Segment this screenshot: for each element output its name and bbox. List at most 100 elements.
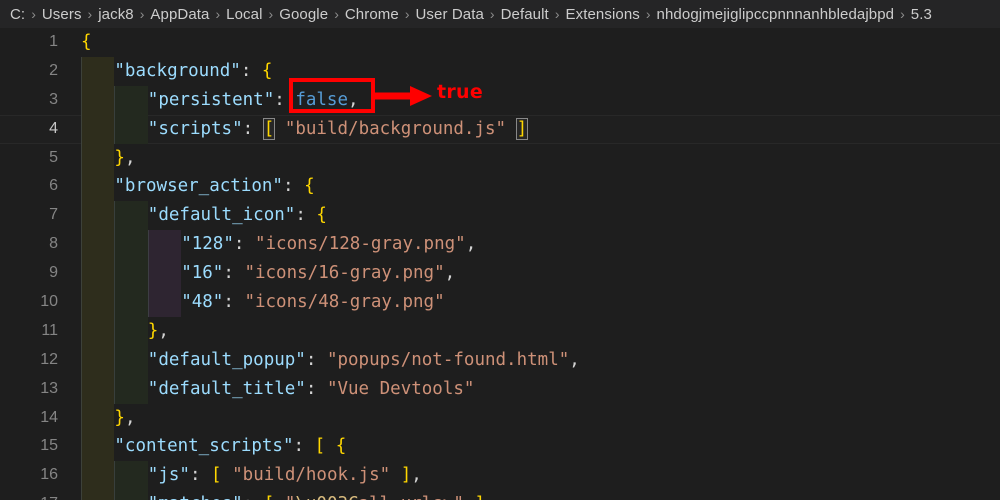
json-bracket: { [335,436,347,457]
line-number: 9 [49,264,58,282]
chevron-right-icon: › [404,6,410,22]
breadcrumb-item-extensions[interactable]: Extensions [566,6,640,23]
indent-guide-line [81,172,82,202]
indent-guide-block [81,374,115,404]
breadcrumb-item-users[interactable]: Users [42,6,82,23]
json-key: "default_title" [147,378,306,399]
code-line[interactable]: 4 "scripts": [ "build/background.js" ] [0,114,1000,144]
code-line[interactable]: 6 "browser_action": { [0,172,1000,202]
line-number: 15 [40,437,58,455]
indent-guide-block [147,288,182,317]
indent-guide-line [147,259,149,289]
json-bracket: ] [474,494,485,500]
chevron-right-icon: › [334,6,339,22]
breadcrumb-item-jack8[interactable]: jack8 [98,6,134,23]
indent-guide-block [81,490,115,500]
chevron-right-icon: › [215,6,221,22]
breadcrumb-item-version[interactable]: 5.3 [911,6,932,23]
code-lines-container[interactable]: 1{2 "background": {3 "persistent": false, 4… [0,28,1000,500]
code-line[interactable]: 10 "48": "icons/48-gray.png" [0,288,1000,317]
breadcrumb-item-local[interactable]: Local [226,6,262,23]
breadcrumb-item-appdata[interactable]: AppData [150,6,209,23]
line-number: 1 [49,33,58,50]
indent-guide-line [81,432,82,462]
json-string: "icons/128-gray.png" [254,234,466,255]
indent-guide-line [81,85,82,115]
indent-guide-block [147,259,182,289]
code-line[interactable]: 1{ [0,28,1000,57]
json-key: "48" [181,292,224,313]
json-key: "browser_action" [114,176,283,197]
indent-guide-block [114,374,148,404]
chevron-right-icon: › [87,6,93,22]
indent-guide-line [81,288,82,317]
json-key: "persistent" [147,89,275,110]
code-line[interactable]: 11}, [0,316,1000,346]
json-punctuation: , [158,320,169,341]
breadcrumb-item-drive[interactable]: C: [10,6,25,23]
breadcrumb-item-chrome[interactable]: Chrome [345,6,399,23]
code-line[interactable]: 9 "16": "icons/16-gray.png", [0,259,1000,289]
line-number: 6 [49,177,58,195]
code-line[interactable]: 2 "background": { [0,56,1000,86]
json-bracket: ] [400,465,412,486]
indent-guide-block [114,114,148,144]
code-line[interactable]: 16 "js": [ "build/hook.js" ], [0,461,1000,491]
indent-guide-line [81,461,82,491]
code-editor[interactable]: 1{2 "background": {3 "persistent": false, 4… [0,28,1000,500]
code-line-text: "default_popup": "popups/not-found.html"… [148,346,580,375]
breadcrumb-item-default[interactable]: Default [501,6,549,23]
line-number: 7 [49,206,58,224]
indent-guide-block [81,172,115,202]
json-punctuation: : [243,494,254,500]
breadcrumb-item-user-data[interactable]: User Data [415,6,483,23]
breadcrumb[interactable]: C: › Users › jack8 › AppData › Local › G… [0,0,1000,28]
json-bracket: { [304,176,315,197]
code-line[interactable]: 3 "persistent": false, [0,85,1000,115]
indent-guide-line [114,461,116,491]
chevron-right-icon: › [554,6,560,22]
indent-guide-block [81,114,115,144]
line-number: 12 [40,350,58,368]
code-line[interactable]: 14}, [0,403,1000,433]
breadcrumb-item-google[interactable]: Google [279,6,328,23]
json-string: "build/hook.js" [232,465,391,486]
json-punctuation: , [569,349,580,370]
json-punctuation: , [124,147,136,168]
code-line[interactable]: 5}, [0,143,1000,173]
json-key: "128" [181,234,234,255]
json-punctuation: , [485,494,496,500]
indent-guide-line [114,374,116,404]
indent-guide-block [81,288,115,317]
code-line[interactable]: 8 "128": "icons/128-gray.png", [0,230,1000,260]
json-key: "content_scripts" [114,436,294,457]
indent-guide-line [81,490,82,500]
code-line[interactable]: 13 "default_title": "Vue Devtools" [0,374,1000,404]
line-number: 3 [49,90,58,108]
chevron-right-icon: › [645,6,651,22]
breadcrumb-item-extension-id[interactable]: nhdogjmejiglipccpnnnanhbledajbpd [657,6,895,23]
code-line-text: "matches": [ "\u003Call_urls>" ], [148,490,496,500]
code-line-text: "16": "icons/16-gray.png", [181,259,455,288]
line-number: 8 [49,235,58,253]
json-punctuation: , [411,465,422,486]
code-line[interactable]: 7 "default_icon": { [0,201,1000,231]
indent-guide-line [114,114,116,144]
code-line[interactable]: 15 "content_scripts": [ { [0,432,1000,462]
json-boolean: false [295,89,349,110]
code-line-text: "persistent": false, [148,86,359,115]
code-line[interactable]: 17 "matches": [ "\u003Call_urls>" ], [0,490,1000,500]
chevron-right-icon: › [900,6,905,22]
code-line-text: "default_title": "Vue Devtools" [148,375,475,404]
indent-guide-line [81,143,82,173]
code-line[interactable]: 12 "default_popup": "popups/not-found.htm… [0,345,1000,375]
code-line-text: "background": { [114,57,272,86]
json-punctuation: : [274,89,285,110]
indent-guide-block [81,345,115,375]
indent-guide-block [114,316,148,346]
indent-guide-block [81,56,115,86]
json-bracket: [ [264,494,275,500]
code-line-text: }, [114,144,135,173]
chevron-right-icon: › [489,6,495,22]
indent-guide-line [81,316,82,346]
